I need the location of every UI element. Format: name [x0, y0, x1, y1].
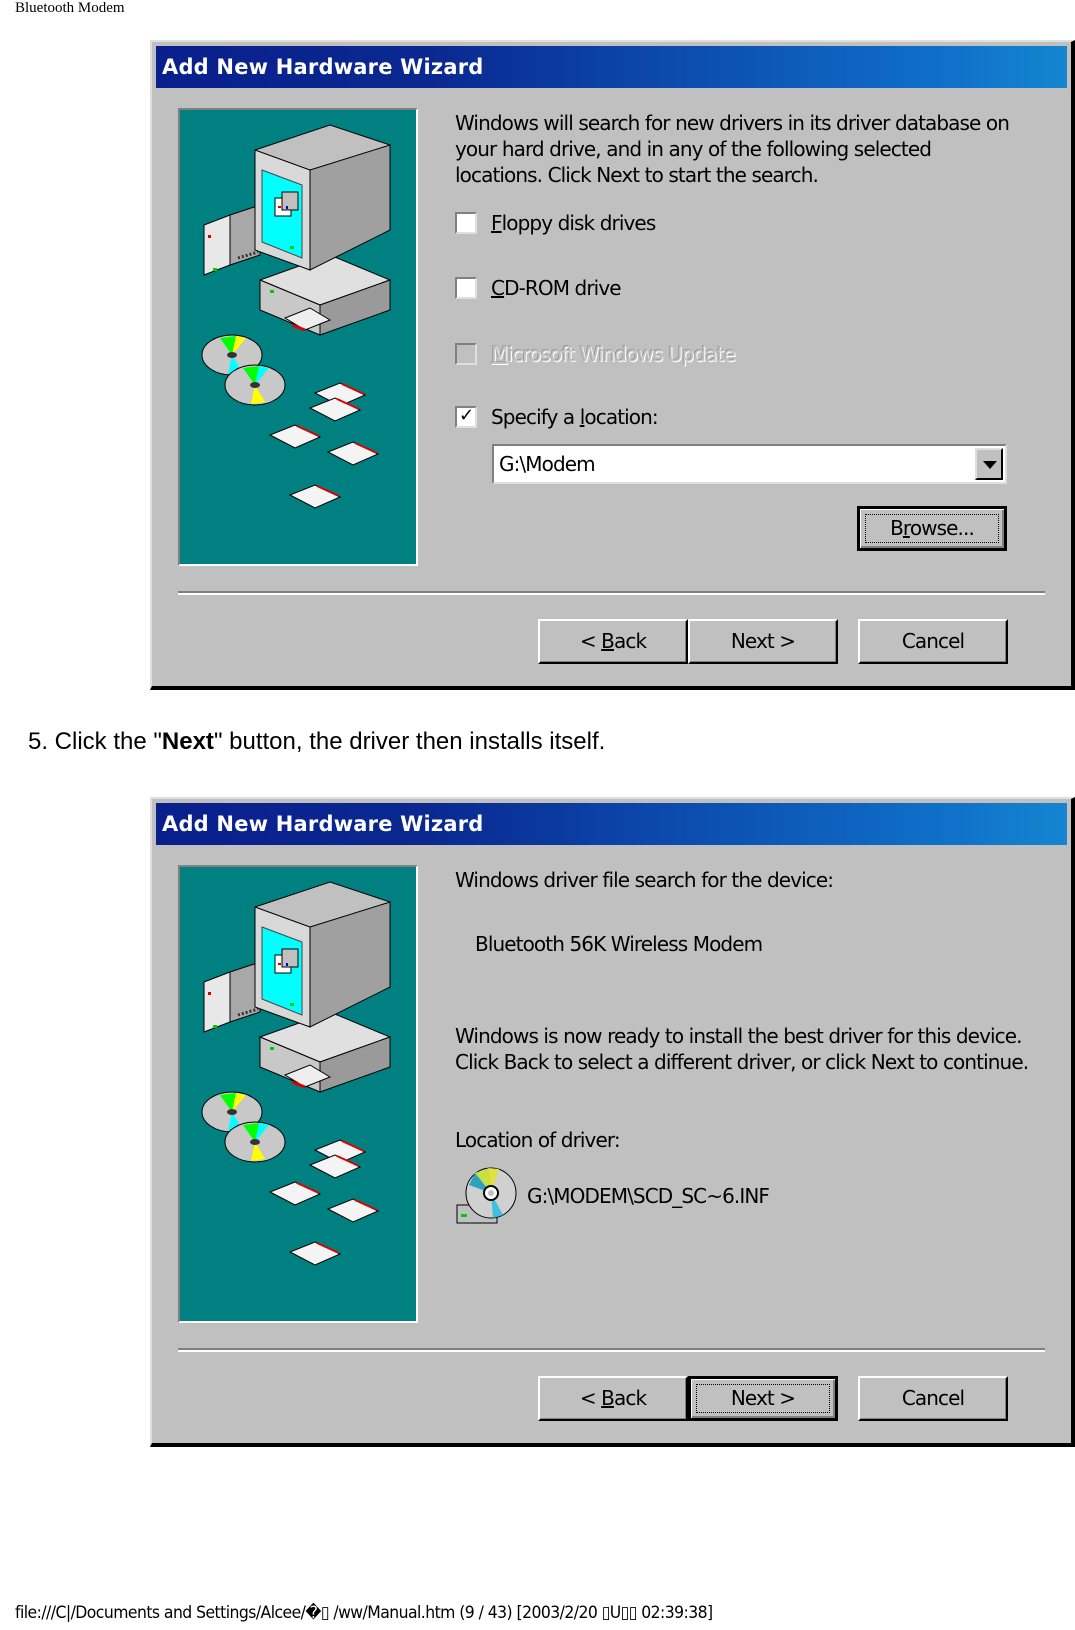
- checkbox-label: Specify a location:: [491, 405, 659, 429]
- dialog-title: Add New Hardware Wizard: [156, 46, 1067, 88]
- cancel-button[interactable]: Cancel: [858, 619, 1008, 664]
- ready-to-install-text: Windows is now ready to install the best…: [455, 1024, 1029, 1074]
- dropdown-button[interactable]: [975, 448, 1003, 480]
- wizard-dialog-ready-to-install: Add New Hardware Wizard Windows driver f…: [150, 797, 1075, 1447]
- separator: [178, 591, 1045, 595]
- computer-and-disks-illustration: [201, 881, 392, 1266]
- computer-and-disks-illustration: [201, 124, 392, 509]
- computer-base-icon: [258, 254, 392, 336]
- monitor-icon: [254, 881, 391, 1028]
- cd-discs-icon: [201, 334, 286, 406]
- dialog-title: Add New Hardware Wizard: [156, 803, 1067, 845]
- next-button[interactable]: Next >: [688, 1376, 838, 1421]
- wizard-side-panel: [178, 108, 418, 566]
- checkbox-box-checked[interactable]: ✓: [455, 406, 477, 428]
- cd-drive-icon: [456, 1167, 517, 1224]
- back-button[interactable]: < Back: [538, 619, 688, 664]
- checkbox-microsoft-windows-update: Microsoft Windows Update: [455, 341, 736, 367]
- checkbox-floppy-disk-drives[interactable]: Floppy disk drives: [455, 210, 656, 236]
- intro-text: Windows will search for new drivers in i…: [455, 111, 1010, 187]
- checkbox-box-disabled: [455, 343, 477, 365]
- checkbox-specify-location[interactable]: ✓ Specify a location:: [455, 404, 659, 430]
- checkbox-label: Floppy disk drives: [491, 211, 656, 235]
- chevron-down-icon: [983, 461, 997, 469]
- checkmark-icon: ✓: [459, 405, 474, 426]
- wizard-dialog-search-locations: Add New Hardware Wizard Windows will sea…: [150, 40, 1075, 690]
- cd-discs-icon: [201, 1091, 286, 1163]
- back-button[interactable]: < Back: [538, 1376, 688, 1421]
- monitor-icon: [254, 124, 391, 271]
- browse-button[interactable]: Browse...: [857, 506, 1007, 551]
- driver-path: G:\MODEM\SCD_SC~6.INF: [527, 1184, 770, 1208]
- location-value[interactable]: G:\Modem: [499, 452, 596, 476]
- computer-base-icon: [258, 1011, 392, 1093]
- search-heading: Windows driver file search for the devic…: [455, 868, 834, 892]
- tower-icon: [203, 961, 261, 1033]
- cancel-button[interactable]: Cancel: [858, 1376, 1008, 1421]
- checkbox-label: CD-ROM drive: [491, 276, 622, 300]
- page-footer-url: file:///C|/Documents and Settings/Alcee/…: [15, 1603, 713, 1623]
- tower-icon: [203, 204, 261, 276]
- location-combobox[interactable]: G:\Modem: [492, 444, 1007, 484]
- checkbox-box[interactable]: [455, 212, 477, 234]
- checkbox-box[interactable]: [455, 277, 477, 299]
- checkbox-label-disabled: Microsoft Windows Update: [491, 342, 736, 366]
- wizard-side-panel: [178, 865, 418, 1323]
- checkbox-cd-rom-drive[interactable]: CD-ROM drive: [455, 275, 622, 301]
- instruction-step-5: 5. Click the "Next" button, the driver t…: [28, 728, 606, 755]
- device-name: Bluetooth 56K Wireless Modem: [475, 932, 763, 956]
- separator: [178, 1348, 1045, 1352]
- next-button[interactable]: Next >: [688, 619, 838, 664]
- page-header: Bluetooth Modem: [15, 0, 125, 16]
- location-label: Location of driver:: [455, 1128, 621, 1152]
